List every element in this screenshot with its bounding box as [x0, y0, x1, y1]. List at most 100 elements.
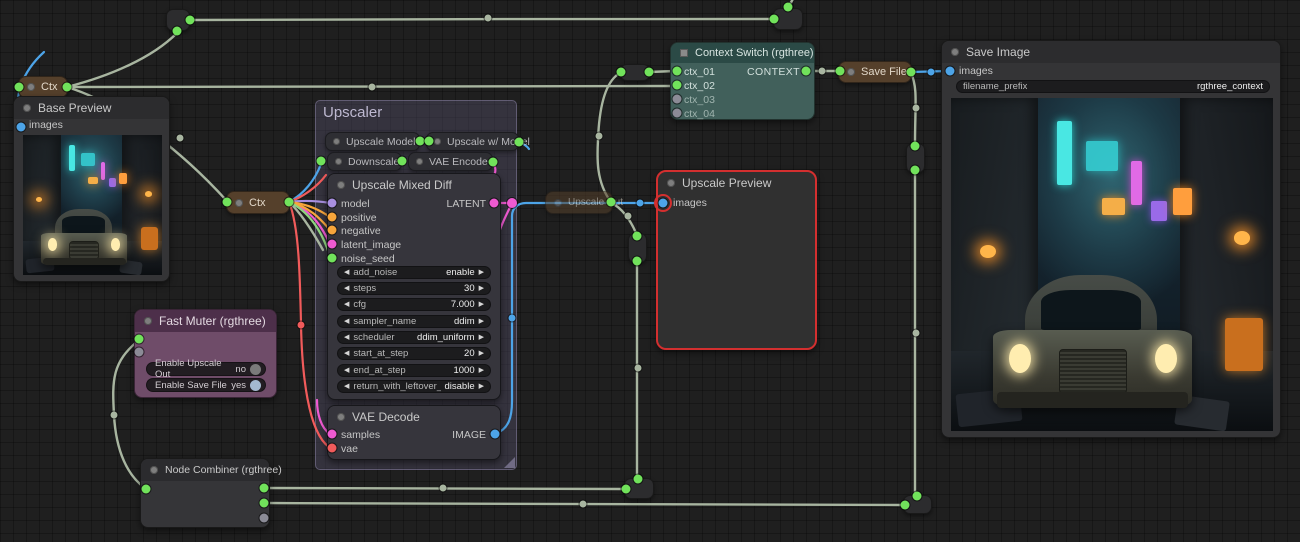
- slot-dot[interactable]: [142, 485, 151, 494]
- link-midpoint-dot[interactable]: [596, 133, 603, 140]
- node-vae-decode[interactable]: VAE Decode samples vae IMAGE: [327, 405, 501, 460]
- reroute-dot[interactable]: [186, 16, 195, 25]
- link-midpoint-dot[interactable]: [580, 501, 587, 508]
- slot-dot-positive[interactable]: [328, 213, 337, 222]
- toggle-enable-upscale-out[interactable]: Enable Upscale Out no: [146, 362, 266, 376]
- collapse-dot-icon[interactable]: [847, 68, 855, 76]
- link-midpoint-dot[interactable]: [369, 84, 376, 91]
- arrow-left-icon[interactable]: ◀: [344, 334, 349, 341]
- toggle-enable-save-file[interactable]: Enable Save File yes: [146, 378, 266, 392]
- node-title-bar[interactable]: Fast Muter (rgthree): [135, 310, 276, 332]
- arrow-right-icon[interactable]: ▶: [479, 383, 484, 390]
- reroute-dot[interactable]: [784, 3, 793, 12]
- collapse-dot-icon[interactable]: [434, 138, 441, 145]
- toggle-knob-icon[interactable]: [250, 364, 261, 375]
- link-midpoint-dot[interactable]: [928, 69, 935, 76]
- node-context-switch[interactable]: Context Switch (rgthree) ctx_01 ctx_02 c…: [670, 42, 815, 120]
- link-midpoint-dot[interactable]: [635, 365, 642, 372]
- collapse-dot-icon[interactable]: [150, 466, 158, 474]
- link-midpoint-dot[interactable]: [913, 105, 920, 112]
- arrow-left-icon[interactable]: ◀: [344, 383, 349, 390]
- node-title-bar[interactable]: VAE Decode: [328, 406, 500, 428]
- widget-steps[interactable]: ◀ steps 30 ▶: [337, 282, 491, 295]
- reroute-dot[interactable]: [645, 68, 654, 77]
- collapse-dot-icon[interactable]: [554, 199, 562, 207]
- collapse-dot-icon[interactable]: [23, 104, 31, 112]
- arrow-left-icon[interactable]: ◀: [344, 301, 349, 308]
- slot-dot[interactable]: [489, 158, 498, 167]
- collapse-dot-icon[interactable]: [27, 83, 35, 91]
- node-title-bar[interactable]: Save Image: [942, 41, 1280, 63]
- slot-dot[interactable]: [285, 198, 294, 207]
- widget-scheduler[interactable]: ◀ scheduler ddim_uniform ▶: [337, 331, 491, 344]
- arrow-left-icon[interactable]: ◀: [344, 285, 349, 292]
- slot-dot[interactable]: [135, 348, 144, 357]
- link-midpoint-dot[interactable]: [913, 330, 920, 337]
- reroute-dot[interactable]: [622, 485, 631, 494]
- reroute-dot[interactable]: [911, 166, 920, 175]
- node-ctx-mid[interactable]: Ctx: [226, 191, 290, 214]
- node-title-bar[interactable]: Base Preview: [14, 97, 169, 119]
- slot-dot-ctx02[interactable]: [673, 81, 682, 90]
- collapse-dot-icon[interactable]: [951, 48, 959, 56]
- arrow-right-icon[interactable]: ▶: [479, 269, 484, 276]
- node-vae-encode[interactable]: VAE Encode: [408, 152, 493, 171]
- arrow-left-icon[interactable]: ◀: [344, 350, 349, 357]
- slot-dot-context-out[interactable]: [802, 67, 811, 76]
- collapse-dot-icon[interactable]: [335, 158, 342, 165]
- node-downscale[interactable]: Downscale: [327, 152, 402, 171]
- slot-dot-samples[interactable]: [328, 430, 337, 439]
- link-midpoint-dot[interactable]: [637, 200, 644, 207]
- reroute-dot[interactable]: [911, 142, 920, 151]
- slot-dot[interactable]: [607, 198, 616, 207]
- reroute-dot[interactable]: [617, 68, 626, 77]
- node-upscale-mixed-diff[interactable]: Upscale Mixed Diff model positive negati…: [327, 173, 501, 400]
- slot-dot[interactable]: [15, 83, 24, 92]
- node-title-bar[interactable]: Upscale Preview: [658, 172, 815, 194]
- widget-return-with-leftover-noise[interactable]: ◀ return_with_leftover_noise disable ▶: [337, 380, 491, 393]
- node-title-bar[interactable]: Upscale Mixed Diff: [328, 174, 500, 196]
- reroute-dot[interactable]: [633, 232, 642, 241]
- slot-dot[interactable]: [260, 499, 269, 508]
- arrow-right-icon[interactable]: ▶: [479, 350, 484, 357]
- link-midpoint-dot[interactable]: [177, 135, 184, 142]
- slot-dot[interactable]: [63, 83, 72, 92]
- reroute-dot[interactable]: [173, 27, 182, 36]
- slot-dot-negative[interactable]: [328, 226, 337, 235]
- node-upscale-model[interactable]: Upscale Model: [325, 132, 420, 151]
- link-midpoint-dot[interactable]: [485, 15, 492, 22]
- node-upscale-w-model[interactable]: Upscale w/ Model: [426, 132, 519, 151]
- link-midpoint-dot[interactable]: [819, 68, 826, 75]
- slot-dot-ctx04[interactable]: [673, 109, 682, 118]
- arrow-left-icon[interactable]: ◀: [344, 269, 349, 276]
- slot-dot[interactable]: [398, 157, 407, 166]
- slot-dot-ctx03[interactable]: [673, 95, 682, 104]
- collapse-dot-icon[interactable]: [144, 317, 152, 325]
- node-ctx-left[interactable]: Ctx: [18, 76, 68, 98]
- slot-dot[interactable]: [416, 137, 425, 146]
- slot-dot[interactable]: [907, 68, 916, 77]
- node-upscale-preview[interactable]: Upscale Preview images: [656, 170, 817, 350]
- reroute-dot[interactable]: [913, 492, 922, 501]
- arrow-right-icon[interactable]: ▶: [479, 334, 484, 341]
- link-midpoint-dot[interactable]: [625, 213, 632, 220]
- slot-dot-latent-out[interactable]: [490, 199, 499, 208]
- slot-dot-noise-seed[interactable]: [328, 254, 337, 263]
- link-midpoint-dot[interactable]: [298, 322, 305, 329]
- collapse-dot-icon[interactable]: [235, 199, 243, 207]
- reroute-dot[interactable]: [633, 257, 642, 266]
- widget-end-at-step[interactable]: ◀ end_at_step 1000 ▶: [337, 364, 491, 377]
- node-save-image[interactable]: Save Image images filename_prefix rgthre…: [941, 40, 1281, 438]
- slot-dot-images[interactable]: [946, 67, 955, 76]
- slot-dot-model[interactable]: [328, 199, 337, 208]
- widget-add-noise[interactable]: ◀ add_noise enable ▶: [337, 266, 491, 279]
- toggle-knob-icon[interactable]: [250, 380, 261, 391]
- slot-dot[interactable]: [223, 198, 232, 207]
- slot-dot[interactable]: [260, 484, 269, 493]
- widget-start-at-step[interactable]: ◀ start_at_step 20 ▶: [337, 347, 491, 360]
- reroute-dot[interactable]: [770, 15, 779, 24]
- slot-dot[interactable]: [425, 137, 434, 146]
- node-title-bar[interactable]: Context Switch (rgthree): [671, 43, 814, 63]
- widget-filename-prefix[interactable]: filename_prefix rgthree_context: [956, 80, 1270, 93]
- collapse-dot-icon[interactable]: [667, 179, 675, 187]
